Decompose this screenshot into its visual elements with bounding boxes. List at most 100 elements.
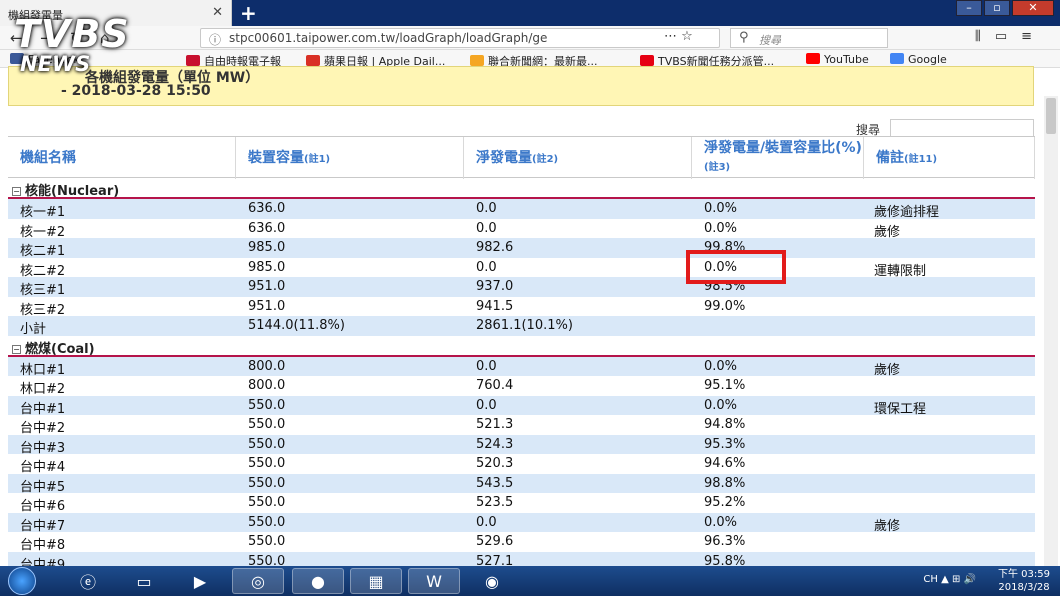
start-button[interactable] xyxy=(8,567,36,595)
cell-capacity: 550.0 xyxy=(248,514,286,530)
column-label: 機組名稱 xyxy=(20,150,76,166)
cell-name: 台中#6 xyxy=(20,499,66,514)
bookmark-item[interactable]: YouTube xyxy=(806,53,869,66)
ie-icon[interactable]: ⓔ xyxy=(62,568,114,594)
bookmark-item[interactable]: Facebook xyxy=(10,53,80,66)
cell-output: 0.0 xyxy=(476,514,497,530)
media-player-icon[interactable]: ▶ xyxy=(174,568,226,594)
url-bar[interactable]: ⓘ stpc00601.taipower.com.tw/loadGraph/lo… xyxy=(200,28,720,48)
info-icon[interactable]: ⓘ xyxy=(209,31,221,47)
cell-capacity: 550.0 xyxy=(248,417,286,432)
menu-icon[interactable]: ⫼▭≡ xyxy=(975,29,1046,44)
cell-ratio: 95.1% xyxy=(704,378,746,393)
cell-ratio: 95.3% xyxy=(704,436,746,452)
cell-name: 台中#4 xyxy=(20,460,66,475)
bookmark-label: YouTube xyxy=(824,53,869,66)
cell-output: 523.5 xyxy=(476,495,514,510)
search-placeholder: 搜尋 xyxy=(759,34,781,47)
bookmark-favicon-icon xyxy=(890,53,904,64)
clock[interactable]: 下午 03:59 2018/3/28 xyxy=(998,568,1050,594)
cell-ratio: 96.3% xyxy=(704,534,746,549)
cell-capacity: 951.0 xyxy=(248,298,286,314)
collapse-icon[interactable]: − xyxy=(12,187,21,196)
table-row: 台中#5 550.0 543.5 98.8% xyxy=(8,473,1035,495)
new-tab-button[interactable]: + xyxy=(240,1,257,25)
group-header[interactable]: − 燃煤(Coal) xyxy=(8,336,1035,357)
tab-title: 機組發電量 xyxy=(8,9,63,22)
back-icon[interactable]: ← xyxy=(10,29,23,47)
window-app-icon[interactable]: ▦ xyxy=(350,568,402,594)
cell-ratio: 0.0% xyxy=(704,201,738,216)
column-label: 淨發電量/裝置容量比(%) xyxy=(704,140,862,156)
cell-ratio: 0.0% xyxy=(704,514,738,530)
screen: 機組發電量 ✕ + – ▫ ✕ ← → ↻ ⌂ ⓘ stpc00601.taip… xyxy=(0,0,1060,596)
table-row: 台中#2 550.0 521.3 94.8% xyxy=(8,415,1035,436)
column-label: 裝置容量 xyxy=(248,150,304,166)
bookmark-star-icon[interactable]: ⋯ ☆ xyxy=(664,29,693,44)
cell-output: 0.0 xyxy=(476,259,497,275)
table-search-input[interactable] xyxy=(890,119,1034,137)
generation-table: 機組名稱 裝置容量(註1) 淨發電量(註2) 淨發電量/裝置容量比(%) (註3) 備註(… xyxy=(8,136,1035,573)
bookmark-favicon-icon xyxy=(640,55,654,66)
column-note: (註2) xyxy=(532,154,559,165)
bookmark-favicon-icon xyxy=(186,55,200,66)
app-icon[interactable]: ◎ xyxy=(232,568,284,594)
table-row: 核一#1 636.0 0.0 0.0% 歲修逾排程 xyxy=(8,199,1035,220)
minimize-icon[interactable]: – xyxy=(956,0,982,16)
tab-close-icon[interactable]: ✕ xyxy=(212,5,223,20)
cell-capacity: 636.0 xyxy=(248,201,286,216)
column-header[interactable]: 淨發電量/裝置容量比(%) (註3) xyxy=(692,137,864,179)
word-icon[interactable]: W xyxy=(408,568,460,594)
cell-ratio: 0.0% xyxy=(704,259,738,275)
column-header[interactable]: 備註(註11) xyxy=(864,137,1035,179)
cell-output: 543.5 xyxy=(476,475,514,491)
scroll-thumb[interactable] xyxy=(1046,98,1056,134)
cell-name: 核三#2 xyxy=(20,302,66,318)
cell-ratio: 95.2% xyxy=(704,495,746,510)
search-input[interactable]: ⚲ 搜尋 xyxy=(730,28,888,48)
vertical-scrollbar[interactable] xyxy=(1044,96,1058,566)
tab-active[interactable]: 機組發電量 ✕ xyxy=(0,0,232,26)
collapse-icon[interactable]: − xyxy=(12,344,21,354)
firefox-icon[interactable]: ● xyxy=(292,568,344,594)
page-header-banner: 各機組發電量（單位 MW） - 2018-03-28 15:50 xyxy=(8,66,1034,106)
cell-name: 小計 xyxy=(20,322,47,337)
system-tray[interactable]: CH ▲ ⊞ 🔊 xyxy=(923,574,976,585)
cell-ratio: 94.8% xyxy=(704,417,746,432)
cell-name: 台中#1 xyxy=(20,401,66,417)
cell-ratio: 0.0% xyxy=(704,358,738,374)
bookmark-label: Facebook xyxy=(28,53,80,66)
column-header[interactable]: 淨發電量(註2) xyxy=(464,137,692,179)
group-header[interactable]: − 核能(Nuclear) xyxy=(8,178,1035,199)
maximize-icon[interactable]: ▫ xyxy=(984,0,1010,16)
table-row: 核二#2 985.0 0.0 0.0% 運轉限制 xyxy=(8,258,1035,279)
table-row: 台中#8 550.0 529.6 96.3% xyxy=(8,532,1035,553)
table-row: 核一#2 636.0 0.0 0.0% 歲修 xyxy=(8,219,1035,240)
table-row: 小計 5144.0(11.8%) 2861.1(10.1%) xyxy=(8,316,1035,337)
cell-output: 524.3 xyxy=(476,436,514,452)
cell-name: 核一#1 xyxy=(20,205,66,220)
cell-capacity: 800.0 xyxy=(248,378,286,393)
line-icon[interactable]: ◉ xyxy=(466,568,518,594)
bookmark-item[interactable]: Google xyxy=(890,53,947,66)
forward-icon[interactable]: → xyxy=(40,29,53,47)
bookmark-favicon-icon xyxy=(10,53,24,64)
clock-time: 下午 03:59 xyxy=(998,569,1050,580)
home-icon[interactable]: ⌂ xyxy=(100,29,110,47)
explorer-icon[interactable]: ▭ xyxy=(118,568,170,594)
cell-name: 台中#2 xyxy=(20,421,66,436)
cell-capacity: 550.0 xyxy=(248,534,286,549)
cell-name: 台中#3 xyxy=(20,440,66,456)
update-time: - 2018-03-28 15:50 xyxy=(61,83,211,99)
window-close-icon[interactable]: ✕ xyxy=(1012,0,1054,16)
reload-icon[interactable]: ↻ xyxy=(70,29,83,47)
table-body: − 核能(Nuclear) 核一#1 636.0 0.0 0.0% 歲修逾排程 核一#2 636… xyxy=(8,178,1035,573)
table-row: 台中#1 550.0 0.0 0.0% 環保工程 xyxy=(8,395,1035,417)
column-header[interactable]: 機組名稱 xyxy=(8,137,236,179)
column-note: (註3) xyxy=(704,162,731,173)
table-header: 機組名稱 裝置容量(註1) 淨發電量(註2) 淨發電量/裝置容量比(%) (註3) 備註(… xyxy=(8,136,1035,179)
column-header[interactable]: 裝置容量(註1) xyxy=(236,137,464,179)
cell-output: 521.3 xyxy=(476,417,514,432)
bookmark-label: Google xyxy=(908,53,947,66)
nav-bar: ← → ↻ ⌂ ⓘ stpc00601.taipower.com.tw/load… xyxy=(0,26,1060,50)
